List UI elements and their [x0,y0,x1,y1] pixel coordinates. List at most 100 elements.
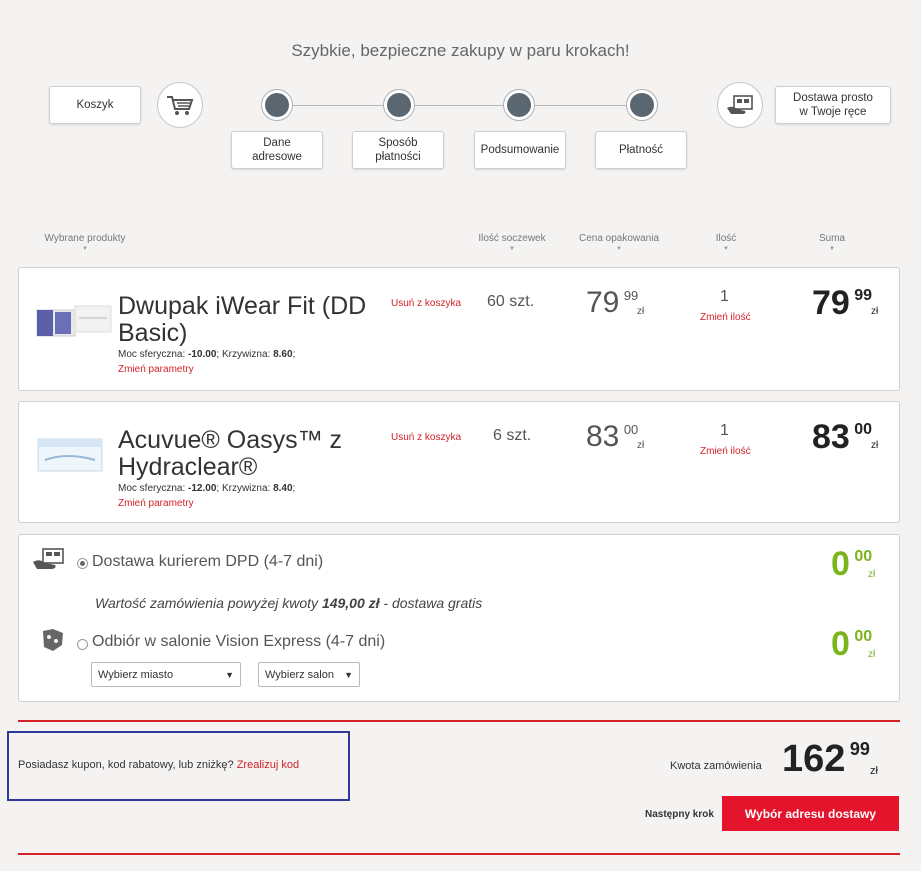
column-lens-count-label: Ilość soczewek [478,233,546,244]
next-step-label: Następny krok [645,809,714,820]
params-end: ; [292,349,296,360]
column-products[interactable]: Wybrane produkty ▼ [35,233,135,252]
checkout-tagline: Szybkie, bezpieczne zakupy w paru krokac… [291,41,630,60]
divider-top [18,720,900,722]
step-address-line2: adresowe [252,151,302,163]
params-value-curve: 8.60 [273,349,293,360]
salon-price-dec: 00 [854,628,873,645]
divider-bottom [18,853,900,855]
salon-price-int: 0 [831,625,850,663]
dropdown-arrow-icon: ▼ [344,669,353,680]
steps-connector [277,105,643,106]
choose-delivery-address-button[interactable]: Wybór adresu dostawy [722,796,899,831]
sort-arrow-icon: ▼ [616,246,622,252]
coupon-box: Posiadasz kupon, kod rabatowy, lub zniżk… [7,731,350,801]
salon-price: 0 00 zł [831,625,901,664]
salon-pickup-icon [39,627,67,658]
package-price: 79 99 zł [586,286,666,320]
courier-price-dec: 00 [854,548,873,565]
column-sum[interactable]: Suma ▼ [806,233,858,252]
row-sum-int: 83 [812,418,850,456]
remove-from-cart-link[interactable]: Usuń z koszyka [391,432,461,443]
step-address[interactable]: Dane adresowe [231,131,323,169]
delivery-truck-icon [717,82,763,128]
row-sum-currency: zł [871,306,879,317]
package-price-int: 79 [586,286,620,319]
courier-price-int: 0 [831,545,850,583]
step-summary[interactable]: Podsumowanie [474,131,566,169]
cart-label: Koszyk [76,99,114,111]
product-name[interactable]: Acuvue® Oasys™ z Hydraclear® [118,427,388,481]
salon-option-label[interactable]: Odbiór w salonie Vision Express (4-7 dni… [92,633,385,651]
change-params-link[interactable]: Zmień parametry [118,364,194,375]
column-quantity-label: Ilość [715,233,737,244]
coupon-prompt-text: Posiadasz kupon, kod rabatowy, lub zniżk… [18,759,237,771]
quantity-value: 1 [720,422,729,439]
package-price-currency: zł [637,306,645,317]
free-shipping-note: Wartość zamówienia powyżej kwoty 149,00 … [95,595,482,611]
column-quantity[interactable]: Ilość ▼ [700,233,752,252]
sort-arrow-icon: ▼ [82,246,88,252]
step-payment-label: Płatność [618,144,664,156]
params-end: ; [292,483,296,494]
lens-count: 6 szt. [493,427,532,444]
step-payment-method-line1: Sposób [378,137,418,149]
params-value-power: -12.00 [188,483,217,494]
params-label-power: Moc sferyczna: [118,349,189,360]
courier-price: 0 00 zł [831,545,901,584]
row-sum-currency: zł [871,440,879,451]
courier-price-currency: zł [868,569,876,580]
column-lens-count[interactable]: Ilość soczewek ▼ [470,233,554,252]
step-payment[interactable]: Płatność [595,131,687,169]
courier-radio[interactable] [77,558,88,569]
product-params: Moc sferyczna: -12.00; Krzywizna: 8.40; [118,483,295,494]
delivery-label-bubble: Dostawa prosto w Twoje ręce [775,86,891,124]
salon-select[interactable]: Wybierz salon ▼ [258,662,360,687]
product-name-line1: Dwupak iWear Fit (DD [118,292,367,320]
change-params-link[interactable]: Zmień parametry [118,498,194,509]
row-sum-dec: 99 [854,287,873,304]
order-total-dec: 99 [849,739,870,759]
change-quantity-link[interactable]: Zmień ilość [700,446,751,457]
package-price: 83 00 zł [586,420,666,454]
row-sum: 83 00 zł [812,418,892,457]
product-name-line2: Basic) [118,319,188,347]
lens-count: 60 szt. [487,293,535,310]
redeem-code-link[interactable]: Zrealizuj kod [237,759,299,771]
sort-arrow-icon: ▼ [509,246,515,252]
params-label-curve: ; Krzywizna: [216,349,274,360]
coupon-prompt: Posiadasz kupon, kod rabatowy, lub zniżk… [18,759,299,771]
delivery-label-line2: w Twoje ręce [799,106,867,118]
row-sum-int: 79 [812,284,850,322]
order-total: 162 99 zł [782,738,892,781]
salon-select-value: Wybierz salon [265,668,334,681]
row-sum: 79 99 zł [812,284,892,323]
courier-delivery-icon [31,547,67,578]
change-quantity-link[interactable]: Zmień ilość [700,312,751,323]
dropdown-arrow-icon: ▼ [225,669,234,680]
step-payment-method-line2: płatności [375,151,421,163]
remove-from-cart-link[interactable]: Usuń z koszyka [391,298,461,309]
step-dot-3 [503,89,535,121]
salon-radio[interactable] [77,639,88,650]
sort-arrow-icon: ▼ [723,246,729,252]
city-select[interactable]: Wybierz miasto ▼ [91,662,241,687]
row-sum-dec: 00 [854,421,873,438]
column-package-price[interactable]: Cena opakowania ▼ [572,233,666,252]
product-name-line1: Acuvue® Oasys™ z [118,426,343,454]
product-row: Dwupak iWear Fit (DD Basic) Moc sferyczn… [18,267,900,391]
product-image-acuvue [37,438,103,472]
courier-option-label[interactable]: Dostawa kurierem DPD (4-7 dni) [92,553,323,571]
params-value-curve: 8.40 [273,483,293,494]
product-name[interactable]: Dwupak iWear Fit (DD Basic) [118,293,388,347]
cart-label-bubble: Koszyk [49,86,141,124]
column-sum-label: Suma [818,233,846,244]
step-dot-1 [261,89,293,121]
package-price-int: 83 [586,420,620,453]
column-package-price-label: Cena opakowania [578,233,660,244]
shipping-options: Dostawa kurierem DPD (4-7 dni) 0 00 zł W… [18,534,900,702]
step-payment-method[interactable]: Sposób płatności [352,131,444,169]
free-note-post: - dostawa gratis [379,595,483,611]
quantity-value: 1 [720,288,729,305]
free-note-amount: 149,00 zł [321,595,380,611]
